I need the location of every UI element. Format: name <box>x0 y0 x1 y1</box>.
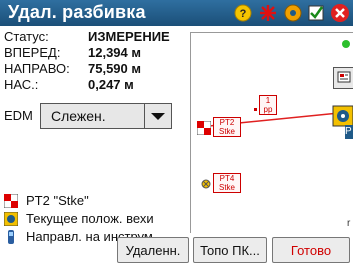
map-point-pt4-label: PT4 Stke <box>213 173 241 193</box>
map-point-pt2-code: Stke <box>218 127 235 136</box>
forward-value: 12,394 м <box>88 45 141 60</box>
edm-mode-value: Слежен. <box>51 108 106 124</box>
map-point-pt2-id: PT2 <box>219 118 235 127</box>
check-icon[interactable] <box>306 3 326 23</box>
current-position-icon <box>332 105 353 127</box>
chevron-down-icon[interactable] <box>144 104 171 128</box>
right-label: НАПРАВО: <box>4 61 70 76</box>
forward-label: ВПЕРЕД: <box>4 45 61 60</box>
satellite-icon[interactable] <box>258 3 278 23</box>
fill-value: 0,247 м <box>88 77 134 92</box>
svg-text:?: ? <box>240 8 247 20</box>
stakeout-map[interactable]: 1 pp PT2 Stke PT4 Stke P r <box>190 32 353 233</box>
bottom-bar: Удаленн. Топо ПК... Готово <box>0 235 353 268</box>
info-panel: Статус: ИЗМЕРЕНИЕ ВПЕРЕД: 12,394 м НАПРА… <box>0 26 190 244</box>
legend-current-position: Текущее полож. вехи <box>4 210 190 228</box>
fill-label: НАС.: <box>4 77 39 92</box>
legend-current-position-text: Текущее полож. вехи <box>26 211 154 226</box>
edm-mode-select[interactable]: Слежен. <box>40 103 172 129</box>
map-point-pt4-code: Stke <box>218 183 235 192</box>
settings-icon[interactable] <box>283 3 303 23</box>
legend-target-point: PT2 "Stke" <box>3 192 190 210</box>
map-edge-letter: P <box>345 125 353 139</box>
map-point-pt4-id: PT4 <box>219 174 235 183</box>
legend-target-point-text: PT2 "Stke" <box>26 193 89 208</box>
pt2-marker-icon <box>197 121 211 135</box>
screen-title: Удал. разбивка <box>8 2 146 22</box>
status-value: ИЗМЕРЕНИЕ <box>88 29 170 44</box>
done-button[interactable]: Готово <box>272 237 350 263</box>
status-label: Статус: <box>4 29 49 44</box>
edm-label: EDM <box>4 108 33 123</box>
stake-point-icon <box>3 193 19 209</box>
map-edge-letter-bottom: r <box>347 218 351 229</box>
topo-button[interactable]: Топо ПК... <box>193 237 267 263</box>
right-value: 75,590 м <box>88 61 141 76</box>
remote-button[interactable]: Удаленн. <box>117 237 189 263</box>
title-bar: Удал. разбивка ? <box>0 0 353 26</box>
help-icon[interactable]: ? <box>233 3 253 23</box>
rover-pole-icon <box>4 211 19 227</box>
map-point-pt2-label: PT2 Stke <box>213 117 241 137</box>
close-icon[interactable] <box>330 3 350 23</box>
pt4-marker-icon <box>201 179 211 189</box>
